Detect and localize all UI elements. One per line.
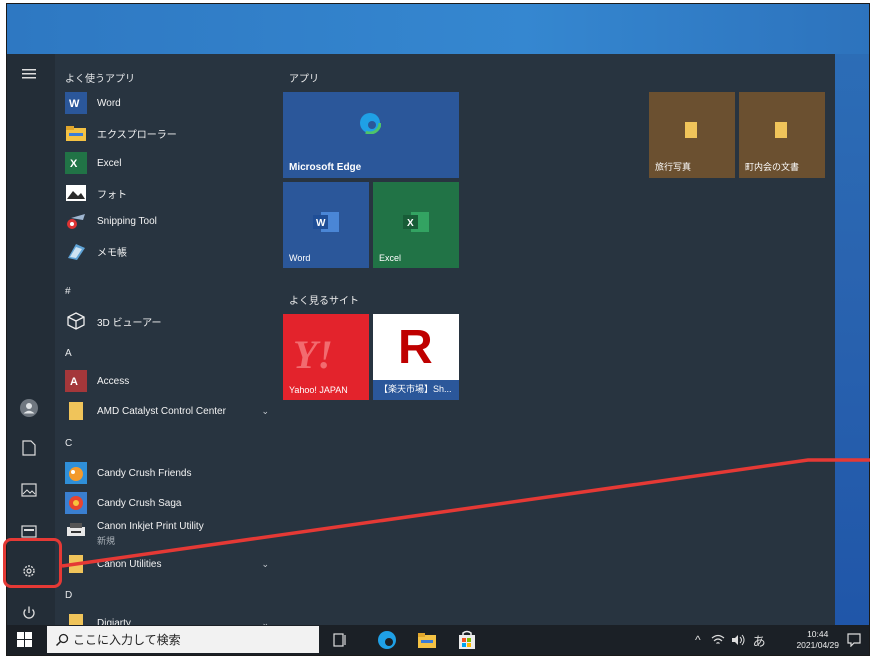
annotation-callout-line — [61, 458, 870, 568]
